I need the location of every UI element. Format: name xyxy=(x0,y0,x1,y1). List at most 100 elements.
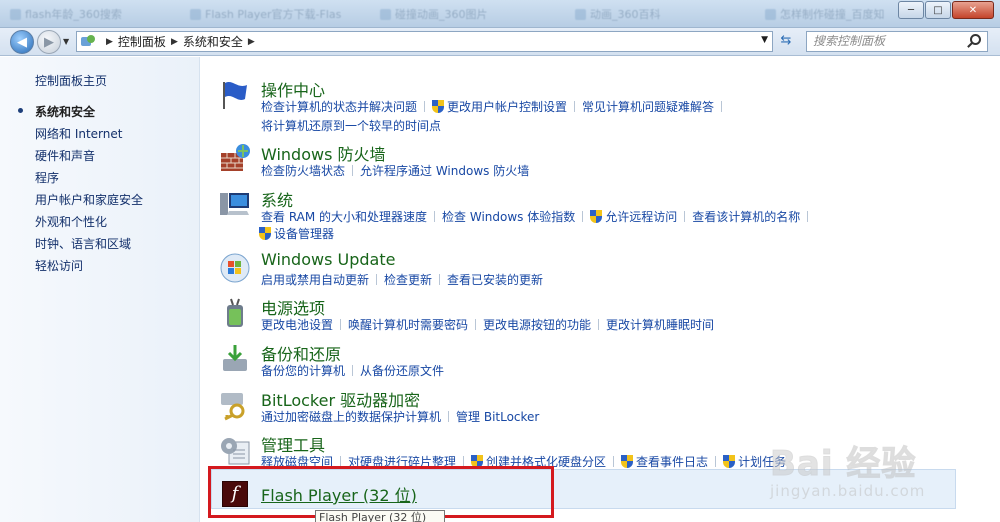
chevron-right-icon[interactable]: ▶ xyxy=(106,37,113,47)
search-icon[interactable] xyxy=(970,34,981,45)
task-link[interactable]: 从备份还原文件 xyxy=(360,362,444,379)
uac-shield-icon xyxy=(259,227,271,240)
category-title[interactable]: Windows Update xyxy=(261,250,395,269)
navigation-pane: 控制面板主页 系统和安全 网络和 Internet 硬件和声音 程序 用户帐户和… xyxy=(0,57,200,522)
task-link[interactable]: 更改电源按钮的功能 xyxy=(483,316,591,333)
tab-icon xyxy=(190,9,201,20)
tab-icon xyxy=(380,9,391,20)
task-link[interactable]: 更改计算机睡眠时间 xyxy=(606,316,714,333)
windows-update-icon xyxy=(220,253,250,283)
category-links: 设备管理器 xyxy=(259,225,334,242)
divider xyxy=(448,411,450,422)
task-link[interactable]: 检查防火墙状态 xyxy=(261,162,345,179)
task-link[interactable]: 检查计算机的状态并解决问题 xyxy=(261,98,417,115)
uac-shield-icon xyxy=(723,455,736,468)
sidebar-item-programs[interactable]: 程序 xyxy=(35,169,59,186)
task-link[interactable]: 更改电池设置 xyxy=(261,316,333,333)
task-link[interactable]: 启用或禁用自动更新 xyxy=(261,271,369,288)
refresh-icon: ⇆ xyxy=(780,33,792,48)
task-link[interactable]: 更改用户帐户控制设置 xyxy=(447,98,567,115)
tab-icon xyxy=(575,9,586,20)
uac-shield-icon xyxy=(432,100,445,113)
sidebar-item-hardware[interactable]: 硬件和声音 xyxy=(35,147,95,164)
task-link[interactable]: 允许程序通过 Windows 防火墙 xyxy=(360,162,529,179)
tab-icon xyxy=(765,9,776,20)
sidebar-item-user-accounts[interactable]: 用户帐户和家庭安全 xyxy=(35,191,143,208)
divider xyxy=(715,456,717,467)
divider xyxy=(807,211,809,222)
search-placeholder: 搜索控制面板 xyxy=(813,34,886,48)
divider xyxy=(352,165,354,176)
close-button[interactable]: ✕ xyxy=(952,1,994,19)
category-links: 通过加密磁盘上的数据保护计算机 管理 BitLocker xyxy=(261,408,539,425)
sidebar-item-ease-of-access[interactable]: 轻松访问 xyxy=(35,257,83,274)
admin-tools-icon xyxy=(221,438,250,465)
search-input[interactable]: 搜索控制面板 xyxy=(806,31,988,52)
divider xyxy=(574,101,576,112)
flag-icon xyxy=(223,82,247,109)
sidebar-item-network[interactable]: 网络和 Internet xyxy=(35,125,122,142)
sidebar-item-home[interactable]: 控制面板主页 xyxy=(35,72,107,89)
background-tab-1: flash年龄_360搜索 xyxy=(10,6,130,24)
back-button[interactable]: ◀ xyxy=(10,30,34,54)
divider xyxy=(721,101,723,112)
window-titlebar: flash年龄_360搜索 Flash Player官方下载-Flas 碰撞动画… xyxy=(0,0,1000,28)
divider xyxy=(424,101,426,112)
uac-shield-icon xyxy=(621,455,634,468)
current-bullet-icon xyxy=(18,108,23,113)
category-links: 检查计算机的状态并解决问题 更改用户帐户控制设置 常见计算机问题疑难解答 xyxy=(261,98,729,115)
firewall-icon xyxy=(221,144,250,171)
minimize-button[interactable]: ─ xyxy=(898,1,924,19)
task-link[interactable]: 查看 RAM 的大小和处理器速度 xyxy=(261,208,427,225)
chevron-right-icon[interactable]: ▶ xyxy=(248,37,255,47)
recent-pages-dropdown[interactable]: ▼ xyxy=(63,37,69,46)
control-panel-icon xyxy=(81,34,97,49)
flash-player-tooltip: Flash Player (32 位) xyxy=(315,510,445,522)
background-tab-2: Flash Player官方下载-Flas xyxy=(190,6,355,24)
task-link[interactable]: 计划任务 xyxy=(738,453,786,470)
divider xyxy=(352,365,354,376)
task-link[interactable]: 将计算机还原到一个较早的时间点 xyxy=(261,117,441,134)
task-link[interactable]: 管理 BitLocker xyxy=(456,408,539,425)
divider xyxy=(434,211,436,222)
category-links: 检查防火墙状态 允许程序通过 Windows 防火墙 xyxy=(261,162,529,179)
task-link[interactable]: 常见计算机问题疑难解答 xyxy=(582,98,714,115)
sidebar-item-clock-region[interactable]: 时钟、语言和区域 xyxy=(35,235,131,252)
task-link[interactable]: 查看该计算机的名称 xyxy=(692,208,800,225)
category-links: 查看 RAM 的大小和处理器速度 检查 Windows 体验指数 允许远程访问 查看该… xyxy=(261,208,815,225)
task-link[interactable]: 允许远程访问 xyxy=(605,208,677,225)
task-link[interactable]: 通过加密磁盘上的数据保护计算机 xyxy=(261,408,441,425)
sidebar-item-system-security: 系统和安全 xyxy=(35,105,96,119)
breadcrumb-system-security[interactable]: 系统和安全 xyxy=(183,33,243,50)
task-link[interactable]: 查看事件日志 xyxy=(636,453,708,470)
sidebar-item-appearance[interactable]: 外观和个性化 xyxy=(35,213,107,230)
divider xyxy=(684,211,686,222)
task-link[interactable]: 检查 Windows 体验指数 xyxy=(442,208,575,225)
divider xyxy=(475,319,477,330)
forward-button[interactable]: ▶ xyxy=(37,30,61,54)
divider xyxy=(340,319,342,330)
address-bar[interactable]: ▶ 控制面板 ▶ 系统和安全 ▶ ▼ xyxy=(76,31,773,52)
divider xyxy=(582,211,584,222)
category-links: 更改电池设置 唤醒计算机时需要密码 更改电源按钮的功能 更改计算机睡眠时间 xyxy=(261,316,714,333)
task-link[interactable]: 设备管理器 xyxy=(274,225,334,242)
bitlocker-icon xyxy=(221,393,245,421)
maximize-button[interactable]: □ xyxy=(925,1,951,19)
uac-shield-icon xyxy=(590,210,603,223)
task-link[interactable]: 检查更新 xyxy=(384,271,432,288)
divider xyxy=(439,274,441,285)
arrow-right-icon: ▶ xyxy=(44,34,54,50)
category-links: 备份您的计算机 从备份还原文件 xyxy=(261,362,444,379)
breadcrumb-control-panel[interactable]: 控制面板 xyxy=(118,33,166,50)
window-controls: ─ □ ✕ xyxy=(898,1,994,19)
arrow-left-icon: ◀ xyxy=(17,34,27,50)
address-dropdown-icon[interactable]: ▼ xyxy=(761,35,768,45)
task-link[interactable]: 唤醒计算机时需要密码 xyxy=(348,316,468,333)
address-toolbar: ◀ ▶ ▼ ▶ 控制面板 ▶ 系统和安全 ▶ ▼ ⇆ 搜索控制面板 xyxy=(0,28,1000,56)
chevron-right-icon[interactable]: ▶ xyxy=(171,37,178,47)
task-link[interactable]: 查看已安装的更新 xyxy=(447,271,543,288)
category-links: 将计算机还原到一个较早的时间点 xyxy=(261,117,441,134)
task-link[interactable]: 备份您的计算机 xyxy=(261,362,345,379)
divider xyxy=(376,274,378,285)
refresh-button[interactable]: ⇆ xyxy=(776,33,796,51)
